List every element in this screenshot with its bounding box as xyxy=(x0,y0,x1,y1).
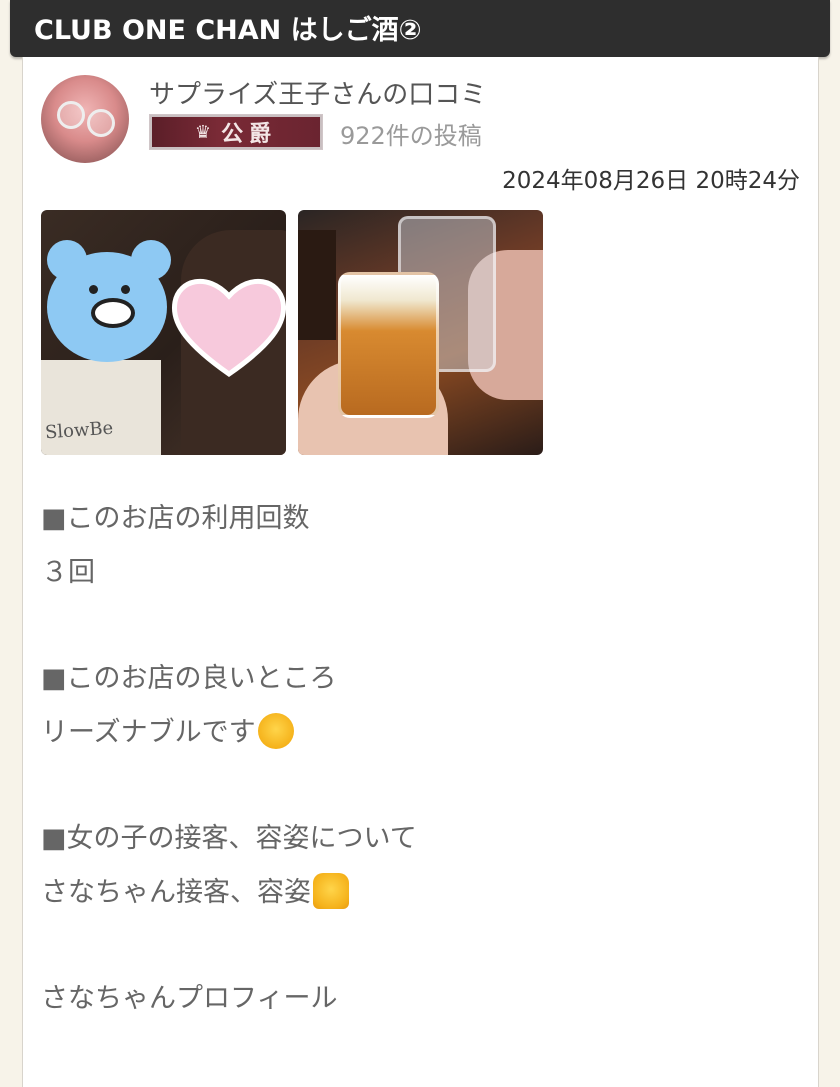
bear-mouth xyxy=(91,298,135,328)
question-good-points: ■このお店の良いところ xyxy=(41,663,337,694)
review-body: ■このお店の利用回数 ３回 ■このお店の良いところ リーズナブルです ■女の子の… xyxy=(41,492,417,1026)
answer-good-points-line: リーズナブルです xyxy=(41,706,417,760)
post-count[interactable]: 922件の投稿 xyxy=(340,116,482,151)
page-margin-right xyxy=(818,0,840,1068)
avatar-glasses-right xyxy=(87,109,115,137)
answer-good-points: リーズナブルです xyxy=(41,717,256,748)
profile-heading: さなちゃんプロフィール xyxy=(41,983,338,1014)
photo-bottle xyxy=(298,230,336,340)
photo-glass-beer xyxy=(338,272,439,418)
review-card: サプライズ王子さんの口コミ ♛ 公爵 922件の投稿 2024年08月26日 2… xyxy=(22,57,819,1087)
reviewer-name[interactable]: サプライズ王子さんの口コミ xyxy=(149,74,486,111)
article-title: CLUB ONE CHAN はしご酒② xyxy=(34,15,422,46)
bear-eye-left xyxy=(89,285,98,294)
post-date: 2024年08月26日 20時24分 xyxy=(502,168,800,194)
answer-visits: ３回 xyxy=(41,557,95,588)
question-service: ■女の子の接客、容姿について xyxy=(41,823,417,854)
bear-eye-right xyxy=(121,285,130,294)
thumbs-up-icon xyxy=(313,872,349,909)
avatar-glasses-left xyxy=(57,101,85,129)
reviewer-avatar[interactable] xyxy=(41,75,129,163)
page-margin-left xyxy=(0,0,22,1068)
question-visits: ■このお店の利用回数 xyxy=(41,503,310,534)
heart-sticker-icon xyxy=(171,278,286,378)
answer-service-line: さなちゃん接客、容姿 xyxy=(41,866,417,920)
review-photo-1[interactable]: SlowBe xyxy=(41,210,286,455)
answer-service: さなちゃん接客、容姿 xyxy=(41,877,311,908)
review-photo-2[interactable] xyxy=(298,210,543,455)
rank-badge: ♛ 公爵 xyxy=(149,114,323,150)
rank-label: 公爵 xyxy=(221,122,278,147)
article-title-bar: CLUB ONE CHAN はしご酒② xyxy=(10,0,830,57)
crown-icon: ♛ xyxy=(194,121,212,143)
hugging-face-icon xyxy=(257,712,294,749)
